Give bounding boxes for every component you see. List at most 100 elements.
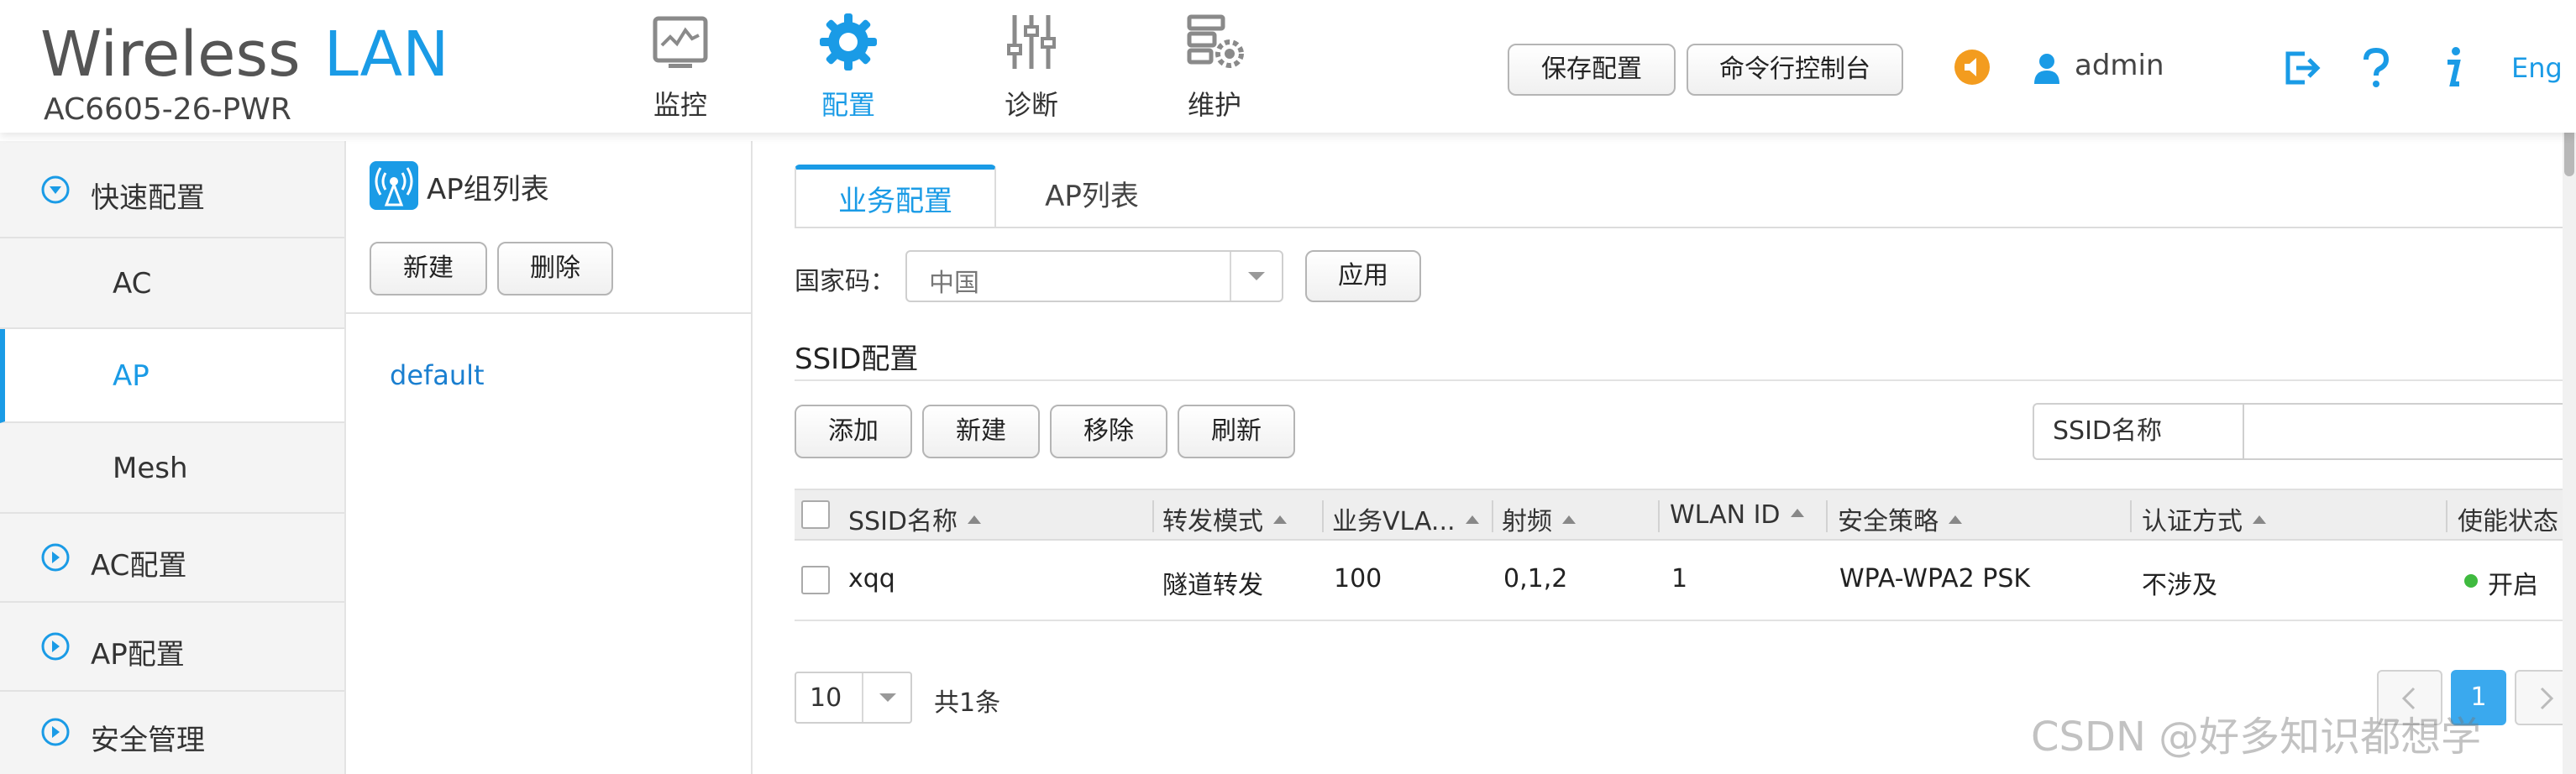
cell-security-policy: WPA-WPA2 PSK [1839,564,2031,594]
sidebar-item-security[interactable]: 安全管理 [0,692,344,774]
sidebar: 快速配置 AC AP Mesh AC配置 AP配置 安全管理 [0,141,346,774]
sidebar-item-ac-config[interactable]: AC配置 [0,514,344,603]
info-icon[interactable] [2441,45,2466,89]
column-header-label: WLAN ID [1670,500,1781,530]
language-link[interactable]: Eng [2511,52,2563,84]
column-separator [1322,500,1324,532]
sidebar-item-label: AP [113,359,150,393]
help-icon[interactable] [2360,47,2392,89]
sort-asc-icon [1465,515,1479,524]
nav-config-label: 配置 [821,89,875,121]
save-config-button[interactable]: 保存配置 [1508,44,1676,96]
group-item-default[interactable]: default [390,359,485,391]
add-ssid-button[interactable]: 添加 [795,405,912,458]
sidebar-item-ac[interactable]: AC [0,238,344,329]
sidebar-item-quick-config[interactable]: 快速配置 [0,141,344,238]
total-count: 共1条 [934,688,1001,718]
chevron-down-icon [879,693,896,702]
column-separator [1826,500,1828,532]
column-separator [1658,500,1660,532]
tab-ap-list[interactable]: AP列表 [999,165,1184,228]
nav-diagnose[interactable]: 诊断 [973,12,1090,123]
column-header-label: 安全策略 [1838,507,1939,536]
cell-auth: 不涉及 [2142,571,2217,600]
ap-wireless-icon [370,161,418,210]
divider [346,312,753,314]
user-name[interactable]: admin [2075,49,2164,82]
brand-title-part2: LAN [323,18,449,91]
column-header-security-policy[interactable]: 安全策略 [1838,500,1962,537]
column-header-ssid[interactable]: SSID名称 [848,500,982,537]
nav-monitor[interactable]: 监控 [622,12,739,123]
tab-underline [795,227,2576,228]
refresh-button[interactable]: 刷新 [1178,405,1295,458]
ap-group-list-title: AP组列表 [427,173,549,207]
country-code-value: 中国 [929,269,979,298]
status-on-dot-icon [2464,574,2478,588]
gear-icon [820,13,877,71]
tab-business-config[interactable]: 业务配置 [795,165,996,228]
country-code-select[interactable]: 中国 [905,250,1283,302]
column-header-auth[interactable]: 认证方式 [2142,500,2266,537]
sort-asc-icon [2253,515,2266,524]
sidebar-item-ap-config[interactable]: AP配置 [0,603,344,692]
page-size-select[interactable]: 10 [795,672,912,724]
table-header: SSID名称 转发模式 业务VLA... 射频 WLAN ID 安全策略 认证方… [795,489,2576,541]
page-size-value: 10 [810,683,842,713]
sliders-icon [1007,15,1056,69]
ssid-search-field-label[interactable]: SSID名称 [2033,403,2244,460]
column-header-label: SSID名称 [848,507,958,536]
sidebar-item-ap[interactable]: AP [0,329,344,423]
table-row[interactable]: xqq 隧道转发 100 0,1,2 1 WPA-WPA2 PSK 不涉及 开启 [795,541,2576,621]
country-code-label: 国家码： [795,267,895,296]
chevron-down-icon [1248,272,1265,280]
apply-button[interactable]: 应用 [1305,250,1421,302]
nav-maintain[interactable]: 维护 [1156,12,1273,123]
ssid-search-input[interactable] [2243,403,2576,460]
nav-config[interactable]: 配置 [790,12,907,123]
dropdown-toggle[interactable] [862,673,910,722]
column-header-status[interactable]: 使能状态 [2458,500,2558,537]
row-checkbox[interactable] [801,566,830,594]
column-header-label: 转发模式 [1162,507,1263,536]
column-header-label: 认证方式 [2142,507,2243,536]
column-header-wlan-id[interactable]: WLAN ID [1670,500,1804,530]
new-ssid-button[interactable]: 新建 [922,405,1040,458]
column-header-label: 业务VLA... [1332,507,1456,536]
ap-group-panel [346,141,753,774]
sort-asc-icon [1790,508,1804,517]
circle-chevron-down-icon [41,175,70,204]
column-header-radio[interactable]: 射频 [1502,500,1576,537]
alert-speaker-icon[interactable] [1954,49,1991,86]
cell-vlan: 100 [1334,564,1382,594]
chevron-right-icon [2540,687,2554,710]
new-group-button[interactable]: 新建 [370,242,487,295]
cell-radio: 0,1,2 [1503,564,1568,594]
divider [795,379,2576,381]
brand-title-part1: Wireless [40,18,301,91]
sidebar-item-label: Mesh [113,452,188,485]
sidebar-item-label: AP配置 [91,638,185,672]
circle-chevron-right-icon [41,718,70,746]
delete-group-button[interactable]: 删除 [497,242,613,295]
column-header-label: 使能状态 [2458,507,2558,536]
circle-chevron-right-icon [41,543,70,572]
column-separator [2446,500,2447,532]
cell-ssid: xqq [848,564,895,594]
column-header-forward-mode[interactable]: 转发模式 [1162,500,1287,537]
dropdown-toggle[interactable] [1230,252,1282,301]
column-header-label: 射频 [1502,507,1552,536]
select-all-checkbox[interactable] [801,500,830,529]
cli-console-button[interactable]: 命令行控制台 [1687,44,1903,96]
server-gear-icon [1187,14,1244,68]
logout-icon[interactable] [2283,49,2322,87]
column-separator [1152,500,1154,532]
nav-monitor-label: 监控 [653,89,707,121]
nav-diagnose-label: 诊断 [1004,89,1058,121]
sidebar-item-mesh[interactable]: Mesh [0,423,344,514]
remove-ssid-button[interactable]: 移除 [1050,405,1167,458]
sort-asc-icon [1949,515,1962,524]
top-header: Wireless LAN AC6605-26-PWR 监控 配置 诊断 维护 保… [0,0,2576,133]
sidebar-item-label: AC [113,267,152,301]
column-header-vlan[interactable]: 业务VLA... [1332,500,1479,537]
